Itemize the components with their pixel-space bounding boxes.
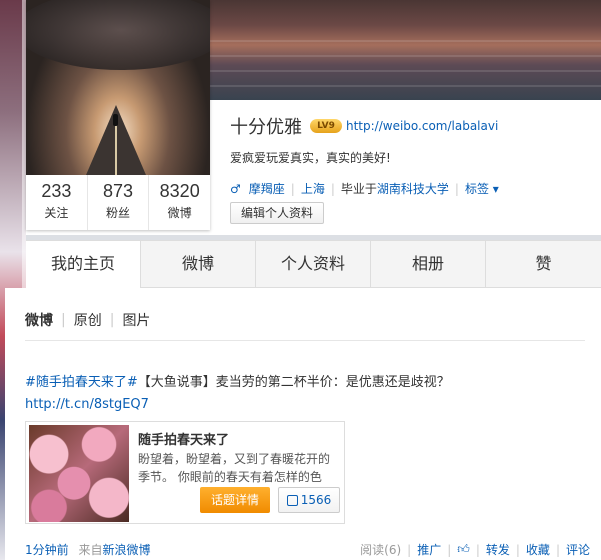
stat-posts-label: 微博 — [167, 206, 192, 220]
topic-like-count: 1566 — [300, 493, 332, 507]
subnav-original[interactable]: 原创 — [74, 310, 102, 330]
location-link[interactable]: 上海 — [301, 180, 325, 197]
profile-info: 十分优雅 LV9 http://weibo.com/labalavi 爱疯爱玩爱… — [230, 113, 600, 224]
avatar-card: 233 关注 873 粉丝 8320 微博 — [26, 0, 210, 230]
post-text: #随手拍春天来了#【大鱼说事】麦当劳的第二杯半价：是优惠还是歧视？ http:/… — [25, 372, 585, 416]
post-body: 【大鱼说事】麦当劳的第二杯半价：是优惠还是歧视？ — [137, 375, 450, 390]
collect-link[interactable]: 收藏 — [526, 541, 550, 558]
divider — [25, 340, 585, 341]
tab-likes[interactable]: 赞 — [486, 241, 601, 287]
stat-followers[interactable]: 873 粉丝 — [88, 175, 150, 230]
post-hashtag[interactable]: #随手拍春天来了# — [25, 375, 138, 390]
promote-link[interactable]: 推广 — [417, 541, 441, 558]
edit-profile-button[interactable]: 编辑个人资料 — [230, 202, 325, 224]
stat-followers-count: 873 — [102, 181, 134, 201]
tab-album[interactable]: 相册 — [371, 241, 486, 287]
post-source[interactable]: 新浪微博 — [102, 543, 150, 557]
like-icon[interactable]: 👍︎ — [457, 542, 470, 557]
post-from-label: 来自 — [78, 543, 103, 557]
post-link[interactable]: http://t.cn/8stgEQ7 — [25, 397, 149, 412]
level-badge-label: LV9 — [317, 121, 335, 131]
post-time[interactable]: 1分钟前 — [25, 543, 69, 557]
nickname: 十分优雅 — [230, 117, 302, 138]
post-footer: 1分钟前 来自新浪微博 阅读(6) | 推广 | 👍︎ | 转发 | 收藏 | … — [25, 541, 590, 558]
feed-subnav: 微博 | 原创 | 图片 — [25, 310, 151, 330]
feed-content: 微博 | 原创 | 图片 #随手拍春天来了#【大鱼说事】麦当劳的第二杯半价：是优… — [5, 288, 601, 560]
topic-card-title[interactable]: 随手拍春天来了 — [138, 429, 229, 448]
topic-like-button[interactable]: 1566 — [278, 487, 340, 513]
subnav-weibo[interactable]: 微博 — [25, 310, 53, 330]
male-icon: ♂ — [230, 181, 241, 196]
tab-home[interactable]: 我的主页 — [26, 241, 141, 289]
avatar[interactable] — [26, 0, 210, 175]
profile-stats: 233 关注 873 粉丝 8320 微博 — [26, 175, 210, 230]
thumbs-up-icon — [286, 494, 298, 506]
tab-profile[interactable]: 个人资料 — [256, 241, 371, 287]
stat-following[interactable]: 233 关注 — [26, 175, 88, 230]
tab-weibo[interactable]: 微博 — [141, 241, 256, 287]
stat-posts[interactable]: 8320 微博 — [149, 175, 210, 230]
school-prefix: 毕业于 — [340, 182, 377, 196]
subnav-images[interactable]: 图片 — [122, 310, 150, 330]
forward-link[interactable]: 转发 — [486, 541, 510, 558]
profile-tabs: 我的主页 微博 个人资料 相册 赞 — [26, 240, 601, 289]
school-link[interactable]: 湖南科技大学 — [377, 180, 449, 197]
stat-following-label: 关注 — [44, 206, 69, 220]
topic-detail-button[interactable]: 话题详情 — [200, 487, 270, 513]
level-badge-icon[interactable]: LV9 — [310, 119, 342, 133]
bio: 爱疯爱玩爱真实，真实的美好! — [230, 151, 391, 165]
topic-card-desc: 盼望着，盼望着，又到了春暖花开的季节。 你眼前的春天有着怎样的色 — [138, 452, 331, 484]
constellation-link[interactable]: 摩羯座 — [249, 180, 285, 197]
stat-followers-label: 粉丝 — [106, 206, 131, 220]
topic-card[interactable]: 随手拍春天来了 盼望着，盼望着，又到了春暖花开的季节。 你眼前的春天有着怎样的色… — [25, 421, 345, 524]
tags-dropdown[interactable]: 标签 ▾ — [465, 180, 499, 197]
stat-following-count: 233 — [41, 181, 72, 201]
comment-link[interactable]: 评论 — [566, 541, 590, 558]
topic-card-image[interactable] — [29, 425, 129, 522]
stat-posts-count: 8320 — [159, 181, 200, 201]
profile-url[interactable]: http://weibo.com/labalavi — [346, 119, 498, 133]
profile-meta: ♂ 摩羯座 | 上海 | 毕业于 湖南科技大学 | 标签 ▾ — [230, 180, 499, 197]
read-count: 阅读(6) — [360, 543, 402, 557]
